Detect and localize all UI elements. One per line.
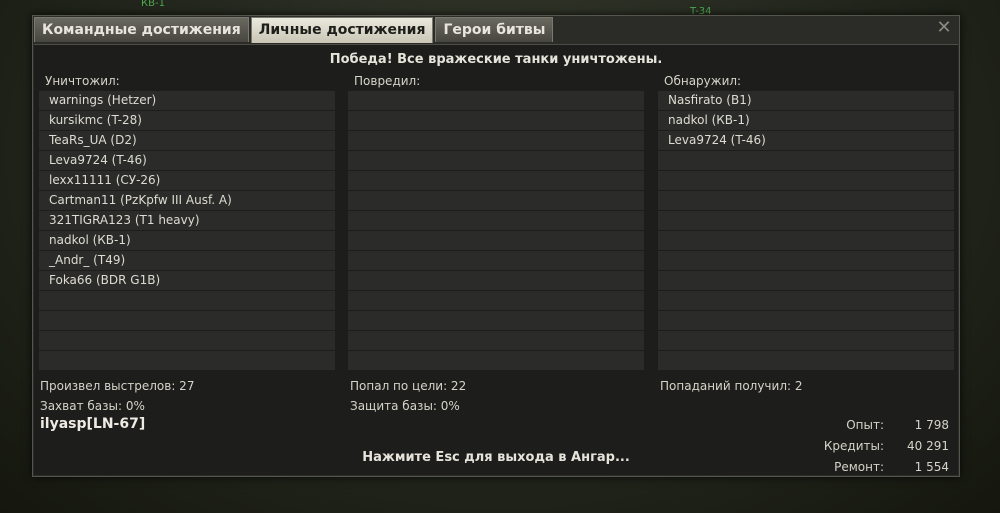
destroyed-list-item: 321TIGRA123 (T1 heavy) [39,211,335,230]
close-icon[interactable]: ✕ [935,19,953,37]
spotted-empty-row [658,171,954,190]
spotted-header: Обнаружил: [664,74,742,88]
spotted-empty-row [658,311,954,330]
spotted-list: Nasfirato (B1) nadkol (КВ-1) Leva9724 (T-4… [658,91,954,370]
damaged-header: Повредил: [354,74,421,88]
experience-value: 1 798 [914,418,949,432]
base-defense: Защита базы: 0% [350,399,460,413]
credits-label: Кредиты: [823,439,884,453]
repair-value: 1 554 [914,460,949,474]
damaged-empty-row [348,331,644,350]
damaged-empty-row [348,111,644,130]
damaged-empty-row [348,131,644,150]
experience-row: Опыт: 1 798 [789,415,949,436]
shots-fired: Произвел выстрелов: 27 [40,379,195,393]
damaged-list [348,91,644,370]
damaged-empty-row [348,191,644,210]
destroyed-empty-row [39,331,335,350]
destroyed-list-item: TeaRs_UA (D2) [39,131,335,150]
battle-results-window: Командные достижения Личные достижения Г… [32,15,960,477]
destroyed-list-item: Leva9724 (T-46) [39,151,335,170]
hits-received: Попаданий получил: 2 [660,379,803,393]
spotted-empty-row [658,191,954,210]
spotted-empty-row [658,211,954,230]
spotted-empty-row [658,251,954,270]
destroyed-list-item: kursikmc (T-28) [39,111,335,130]
destroyed-list-item: nadkol (КВ-1) [39,231,335,250]
damaged-empty-row [348,251,644,270]
destroyed-column: Уничтожил: warnings (Hetzer) kursikmc (T-… [39,73,335,371]
spotted-empty-row [658,291,954,310]
spotted-empty-row [658,351,954,370]
tab-team-achievements[interactable]: Командные достижения [34,17,249,42]
spotted-column: Обнаружил: Nasfirato (B1) nadkol (КВ-1) Le… [658,73,954,371]
spotted-list-item: Nasfirato (B1) [658,91,954,110]
damaged-empty-row [348,171,644,190]
damaged-empty-row [348,211,644,230]
destroyed-list-item: Cartman11 (PzKpfw III Ausf. A) [39,191,335,210]
tab-bar: Командные достижения Личные достижения Г… [34,17,555,43]
reward-summary: Опыт: 1 798 Кредиты: 40 291 Ремонт: 1 55… [789,415,949,478]
damaged-empty-row [348,291,644,310]
player-name: ilyasp[LN-67] [40,416,146,432]
credits-value: 40 291 [907,439,949,453]
damaged-empty-row [348,151,644,170]
destroyed-list-item: _Andr_ (T49) [39,251,335,270]
repair-label: Ремонт: [834,460,884,474]
destroyed-header: Уничтожил: [45,74,120,88]
repair-row: Ремонт: 1 554 [789,457,949,478]
battle-result-title: Победа! Все вражеские танки уничтожены. [329,52,663,67]
damaged-empty-row [348,311,644,330]
credits-row: Кредиты: 40 291 [789,436,949,457]
experience-label: Опыт: [846,418,884,432]
bg-tank-label: КВ-1 [141,0,165,9]
hits-on-target: Попал по цели: 22 [350,379,467,393]
destroyed-empty-row [39,311,335,330]
spotted-list-item: nadkol (КВ-1) [658,111,954,130]
destroyed-list: warnings (Hetzer) kursikmc (T-28) TeaRs_UA… [39,91,335,370]
results-panel: Победа! Все вражеские танки уничтожены. … [34,44,958,475]
destroyed-list-item: Foka66 (BDR G1B) [39,271,335,290]
tab-battle-heroes[interactable]: Герои битвы [435,17,554,42]
base-capture: Захват базы: 0% [40,399,145,413]
spotted-list-item: Leva9724 (T-46) [658,131,954,150]
tab-personal-achievements[interactable]: Личные достижения [250,17,434,43]
destroyed-empty-row [39,351,335,370]
spotted-empty-row [658,151,954,170]
destroyed-list-item: warnings (Hetzer) [39,91,335,110]
damaged-empty-row [348,351,644,370]
spotted-empty-row [658,271,954,290]
destroyed-empty-row [39,291,335,310]
damaged-empty-row [348,271,644,290]
destroyed-list-item: lexx11111 (СУ-26) [39,171,335,190]
damaged-empty-row [348,91,644,110]
spotted-empty-row [658,231,954,250]
spotted-empty-row [658,331,954,350]
damaged-empty-row [348,231,644,250]
damaged-column: Повредил: [348,73,644,371]
